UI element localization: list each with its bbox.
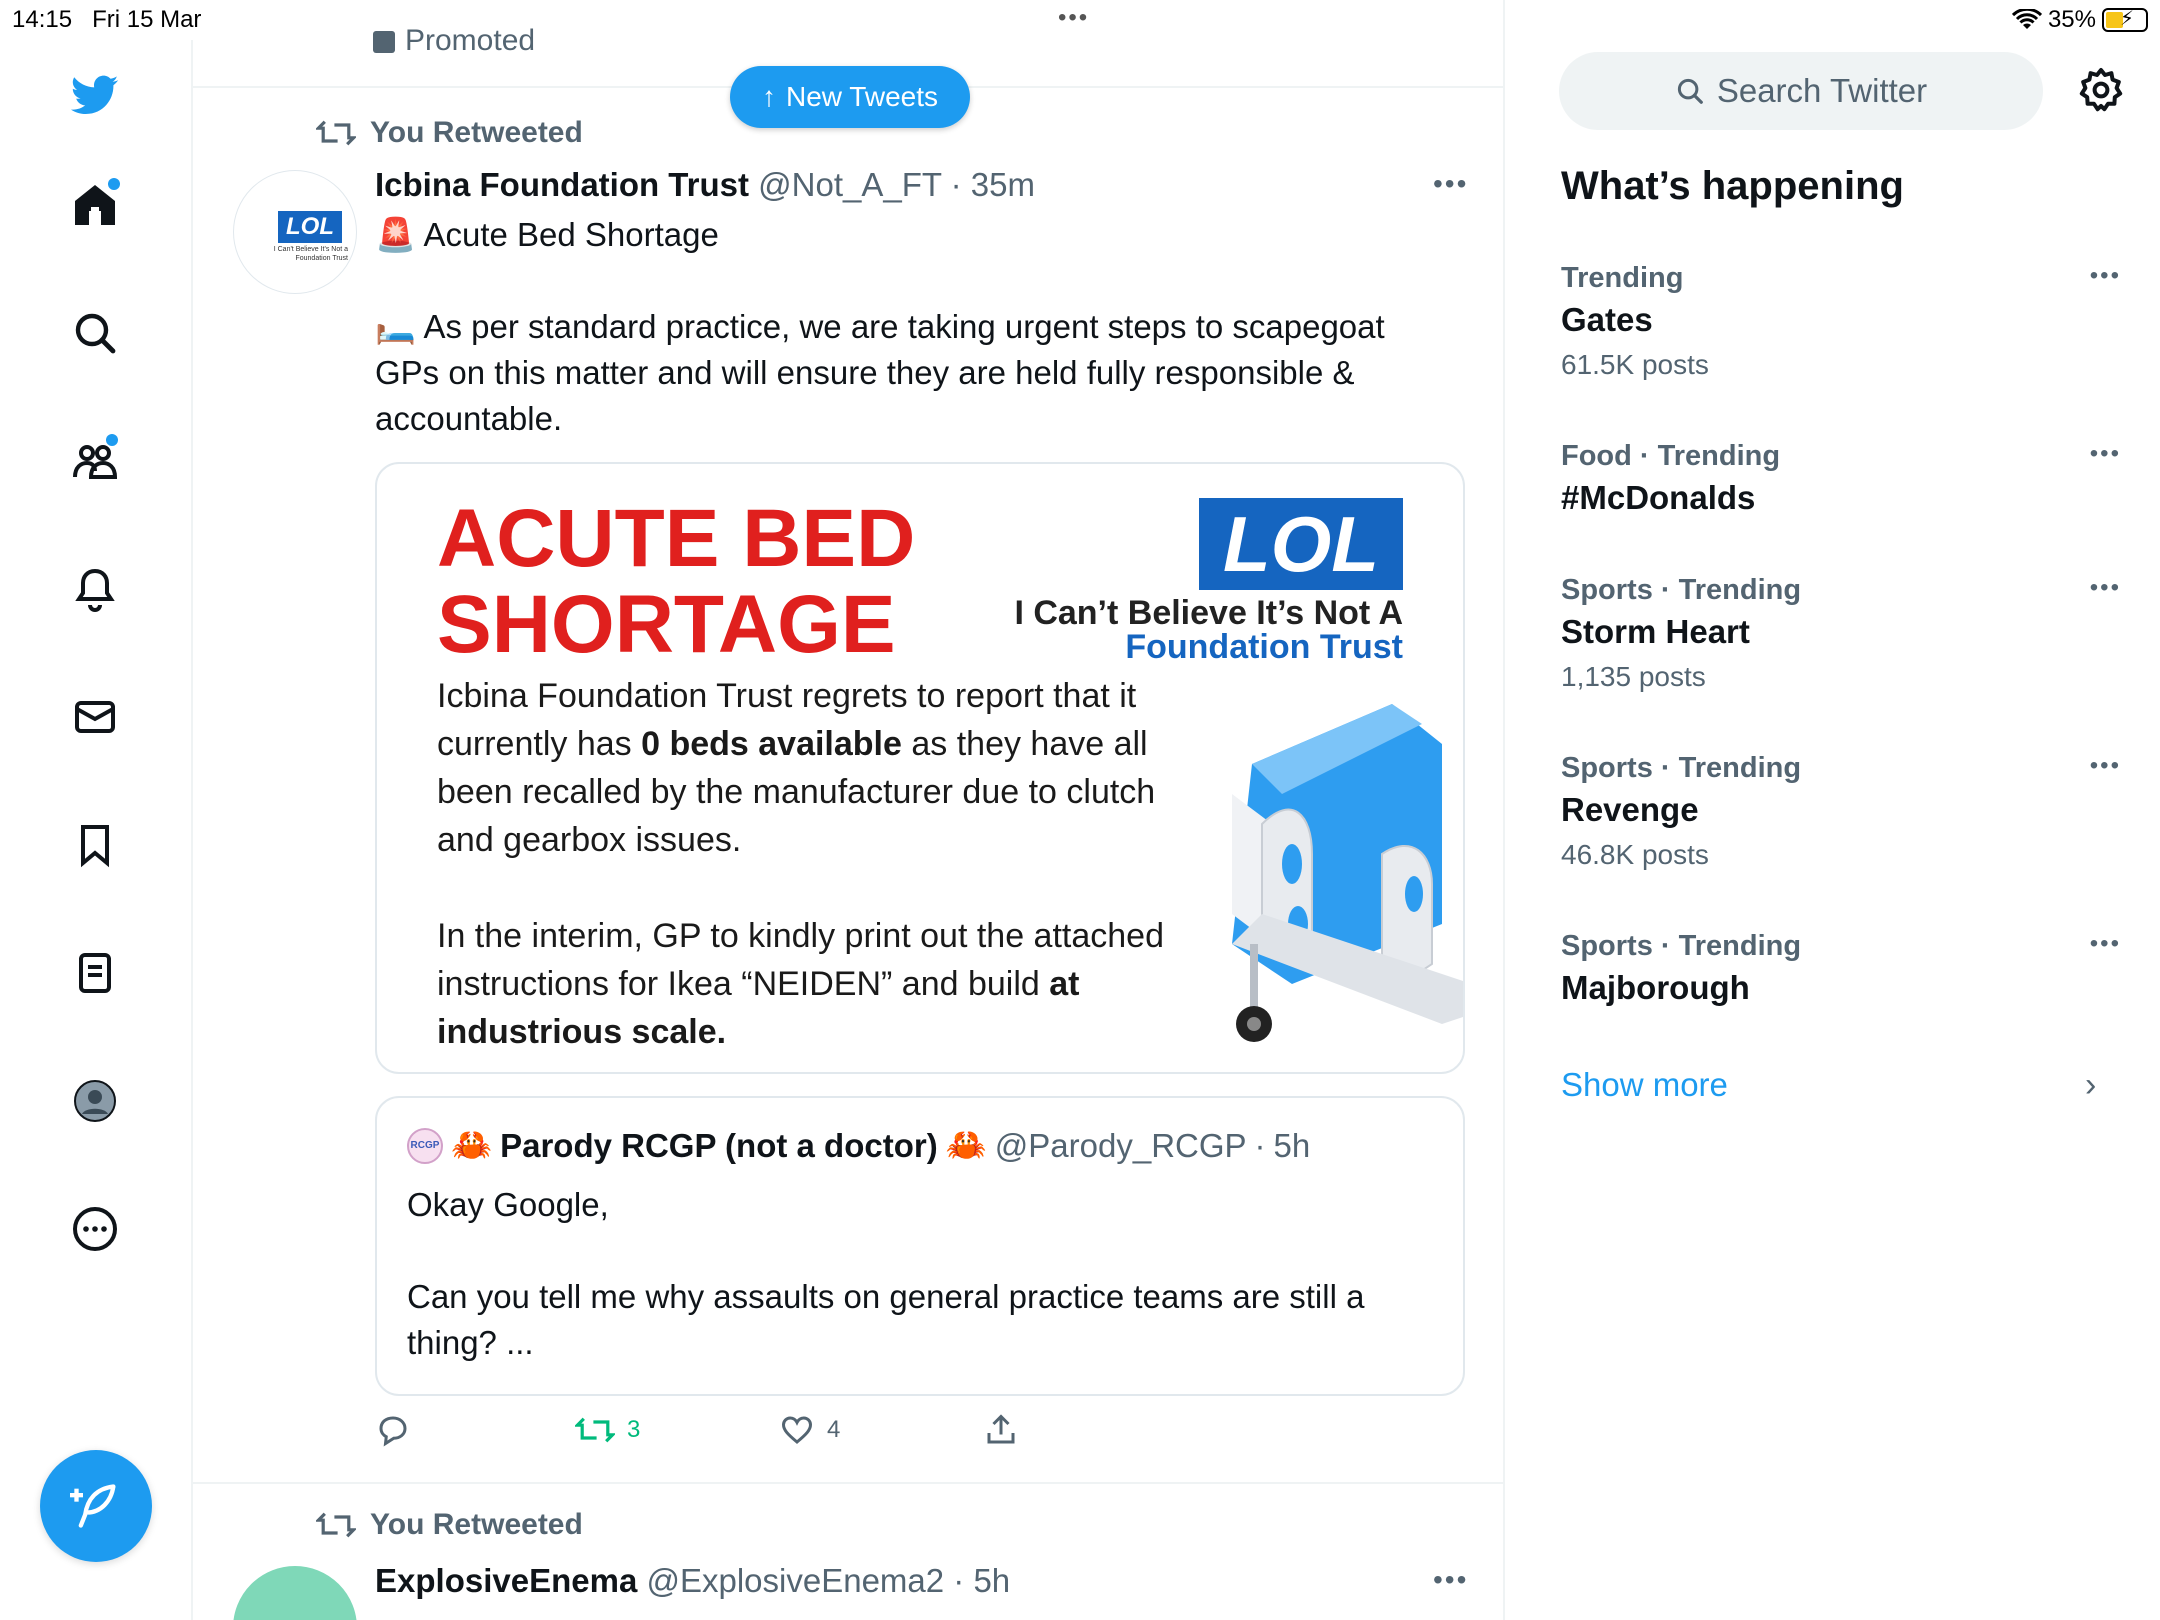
quoted-tweet-time[interactable]: 5h	[1274, 1127, 1311, 1165]
trend-item[interactable]: Sports · Trending Majborough •••	[1561, 930, 2121, 1007]
lists-icon[interactable]	[60, 938, 130, 1008]
compose-feather-icon	[70, 1484, 116, 1528]
media-paragraph-2: In the interim, GP to kindly print out t…	[437, 917, 1164, 1051]
author-handle[interactable]: @ExplosiveEnema2	[646, 1562, 944, 1599]
bed-emoji-icon: 🛏️	[375, 308, 417, 345]
share-icon	[987, 1414, 1015, 1444]
quoted-tweet-text: Okay Google, Can you tell me why assault…	[407, 1186, 1365, 1361]
quoted-author-handle[interactable]: @Parody_RCGP	[995, 1127, 1247, 1165]
tweet-text: 🚨 Acute Bed Shortage 🛏️ As per standard …	[375, 216, 1385, 437]
timeline-feed[interactable]: Promoted ↑ New Tweets You Retweeted LOL I…	[193, 0, 1505, 1620]
logo-tagline-2: Foundation Trust	[1125, 628, 1403, 666]
trend-more-icon[interactable]: •••	[2090, 262, 2121, 290]
tweet-time[interactable]: 5h	[973, 1562, 1010, 1599]
trend-more-icon[interactable]: •••	[2090, 574, 2121, 602]
home-icon[interactable]	[60, 170, 130, 240]
media-title-line1: ACUTE BED	[437, 493, 916, 584]
lol-logo: LOL	[1199, 498, 1403, 590]
explore-search-icon[interactable]	[60, 298, 130, 368]
trend-item[interactable]: Sports · Trending Storm Heart 1,135 post…	[1561, 574, 2121, 693]
author-avatar[interactable]: LOL I Can't Believe It's Not a Foundatio…	[233, 170, 357, 294]
quoted-tweet-header: RCGP 🦀 Parody RCGP (not a doctor) 🦀 @Par…	[407, 1126, 1310, 1165]
tweet-media-image[interactable]: ACUTE BED SHORTAGE LOL I Can’t Believe I…	[375, 462, 1465, 1074]
siren-emoji-icon: 🚨	[375, 216, 417, 253]
trend-item[interactable]: Trending Gates 61.5K posts •••	[1561, 262, 2121, 381]
tweet-header: Icbina Foundation Trust @Not_A_FT · 35m	[375, 166, 1035, 203]
heart-icon	[781, 1416, 813, 1444]
trend-count: 46.8K posts	[1561, 839, 1709, 870]
left-navigation	[0, 40, 193, 1620]
trend-count: 1,135 posts	[1561, 661, 1706, 692]
retweet-count: 3	[627, 1416, 641, 1443]
show-more-link[interactable]: Show more	[1561, 1066, 1728, 1104]
twitter-logo-icon[interactable]	[60, 60, 130, 130]
trend-more-icon[interactable]: •••	[2090, 440, 2121, 468]
tweet-more-icon[interactable]: •••	[1433, 168, 1468, 200]
trend-name: Revenge	[1561, 791, 1699, 828]
author-name[interactable]: ExplosiveEnema	[375, 1562, 637, 1599]
trend-category: Sports · Trending	[1561, 752, 1802, 784]
crab-emoji-icon: 🦀	[451, 1126, 493, 1163]
quoted-author-avatar[interactable]: RCGP	[407, 1127, 443, 1164]
like-button[interactable]: 4	[779, 1412, 983, 1448]
tweet[interactable]: You Retweeted LOL I Can't Believe It's N…	[193, 86, 1503, 1486]
promoted-label: Promoted	[373, 24, 535, 58]
retweet-icon	[316, 120, 356, 146]
trend-item[interactable]: Sports · Trending Revenge 46.8K posts ••…	[1561, 752, 2121, 871]
tweet-header: ExplosiveEnema @ExplosiveEnema2 · 5h	[375, 1562, 1011, 1599]
author-name[interactable]: Icbina Foundation Trust	[375, 166, 749, 203]
retweet-context: You Retweeted	[316, 1508, 583, 1542]
like-count: 4	[827, 1416, 841, 1443]
search-input[interactable]: Search Twitter	[1559, 52, 2043, 130]
communities-notification-dot	[106, 434, 118, 446]
trend-category: Sports · Trending	[1561, 930, 1802, 962]
profile-avatar-icon[interactable]	[60, 1066, 130, 1136]
search-icon	[1677, 78, 1703, 104]
media-title-line2: SHORTAGE	[437, 579, 896, 670]
tweet[interactable]: You Retweeted ExplosiveEnema @ExplosiveE…	[193, 1484, 1503, 1620]
communities-icon[interactable]	[60, 426, 130, 496]
trend-more-icon[interactable]: •••	[2090, 930, 2121, 958]
media-paragraph-1: Icbina Foundation Trust regrets to repor…	[437, 677, 1156, 859]
crab-emoji-icon: 🦀	[945, 1126, 987, 1163]
retweet-context: You Retweeted	[316, 116, 583, 150]
retweet-button[interactable]: 3	[575, 1414, 779, 1446]
messages-mail-icon[interactable]	[60, 682, 130, 752]
trend-name: Gates	[1561, 301, 1653, 338]
trend-name: Storm Heart	[1561, 613, 1750, 650]
tweet-more-icon[interactable]: •••	[1433, 1564, 1468, 1596]
trend-category: Sports · Trending	[1561, 574, 1802, 606]
trend-name: Majborough	[1561, 969, 1750, 1006]
quoted-tweet[interactable]: RCGP 🦀 Parody RCGP (not a doctor) 🦀 @Par…	[375, 1096, 1465, 1396]
promoted-icon	[373, 31, 395, 54]
author-avatar[interactable]	[233, 1566, 357, 1620]
tweet-actions: 3 4	[375, 1412, 1019, 1448]
reply-button[interactable]	[375, 1412, 575, 1448]
home-notification-dot	[108, 178, 120, 190]
tweet-time[interactable]: 35m	[971, 166, 1035, 203]
trend-item[interactable]: Food · Trending #McDonalds •••	[1561, 440, 2121, 517]
status-time: 14:15 Fri 15 Mar	[12, 6, 202, 33]
chevron-right-icon[interactable]: ›	[2085, 1066, 2096, 1105]
compose-tweet-button[interactable]	[40, 1450, 152, 1562]
hospital-bed-illustration	[1232, 704, 1463, 1042]
settings-gear-icon[interactable]	[2077, 66, 2125, 114]
share-button[interactable]	[983, 1412, 1019, 1448]
notifications-bell-icon[interactable]	[60, 554, 130, 624]
trend-count: 61.5K posts	[1561, 349, 1709, 380]
reply-icon	[379, 1416, 407, 1447]
more-options-icon[interactable]	[60, 1194, 130, 1264]
retweet-icon	[316, 1512, 356, 1538]
quoted-author-name[interactable]: Parody RCGP (not a doctor)	[500, 1127, 938, 1165]
trend-more-icon[interactable]: •••	[2090, 752, 2121, 780]
bookmarks-icon[interactable]	[60, 810, 130, 880]
trend-name: #McDonalds	[1561, 479, 1756, 516]
trend-category: Trending	[1561, 262, 1684, 294]
retweet-icon	[575, 1417, 615, 1443]
author-handle[interactable]: @Not_A_FT	[758, 166, 941, 203]
whats-happening-title: What’s happening	[1561, 164, 1904, 208]
right-sidebar: Search Twitter What’s happening Trending…	[1505, 0, 2160, 1620]
trend-category: Food · Trending	[1561, 440, 1781, 472]
